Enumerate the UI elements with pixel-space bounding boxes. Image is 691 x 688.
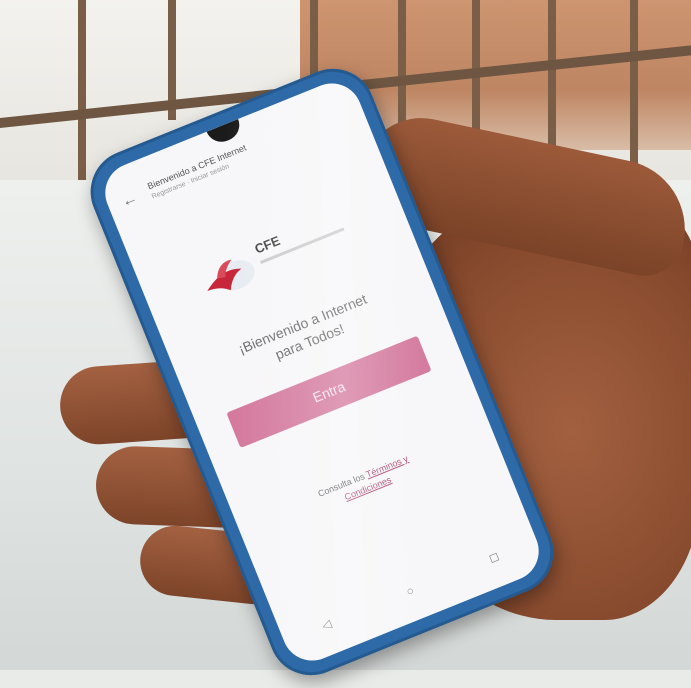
- back-arrow-icon[interactable]: ←: [119, 189, 141, 212]
- nav-home-icon[interactable]: ○: [404, 583, 416, 599]
- bird-logo-icon: [207, 259, 255, 292]
- nav-back-icon[interactable]: ◁: [320, 616, 334, 632]
- nav-recents-icon[interactable]: ◻: [487, 549, 501, 566]
- app-title: Bienvenido a CFE Internet: [146, 142, 248, 192]
- terms-notice: Consulta los Términos y Condiciones: [263, 431, 467, 534]
